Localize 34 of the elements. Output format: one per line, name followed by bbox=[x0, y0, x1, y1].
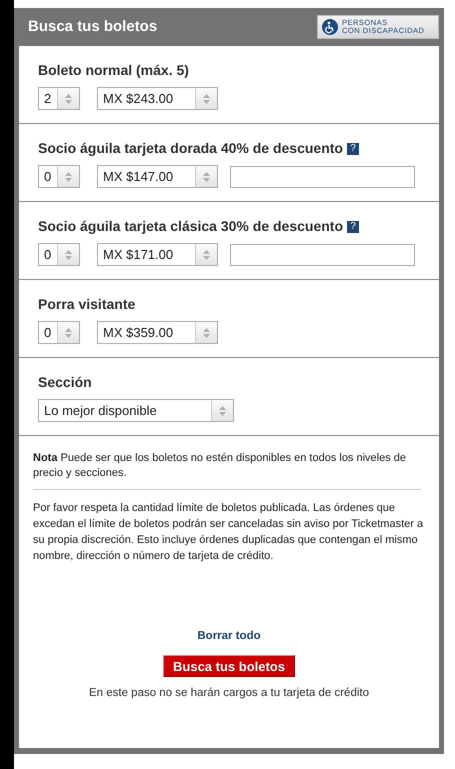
policy-text: Por favor respeta la cantidad límite de boletos publicada. Las órdenes que excedan el límite de boletos podrán ser canceladas sin aviso por Ticketmaster a su propia discreción. Esto incluye órdenes duplicadas que contengan el mismo nombre, dirección o número de tarjeta de crédito. bbox=[33, 501, 424, 564]
price-select[interactable]: MX $243.00 bbox=[97, 87, 218, 110]
stepper-icon bbox=[203, 250, 210, 260]
quantity-select[interactable]: 0 bbox=[38, 321, 80, 344]
price-select[interactable]: MX $147.00 bbox=[97, 165, 218, 188]
search-tickets-button[interactable]: Busca tus boletos bbox=[163, 655, 295, 678]
stepper-icon bbox=[203, 328, 210, 338]
wheelchair-icon bbox=[322, 19, 338, 35]
stepper-icon bbox=[203, 172, 210, 182]
field-label: Porra visitante bbox=[38, 295, 136, 314]
stepper-icon bbox=[219, 406, 226, 416]
panel-title: Busca tus boletos bbox=[28, 16, 158, 37]
quantity-select[interactable]: 0 bbox=[38, 243, 80, 266]
quantity-select[interactable]: 0 bbox=[38, 165, 80, 188]
input-field[interactable] bbox=[230, 166, 415, 188]
note-text: Nota Puede ser que los boletos no estén disponibles en todos los niveles de precio y secciones. bbox=[33, 451, 421, 490]
clear-all-link[interactable]: Borrar todo bbox=[197, 628, 261, 646]
stepper-icon bbox=[203, 94, 210, 104]
price-select[interactable]: MX $359.00 bbox=[97, 321, 218, 344]
help-button[interactable]: ? bbox=[346, 142, 359, 154]
field-label: Boleto normal (máx. 5) bbox=[38, 61, 189, 80]
stepper-icon bbox=[65, 250, 72, 260]
input-field[interactable] bbox=[230, 244, 415, 266]
field-label: Socio águila tarjeta dorada 40% de descuento bbox=[38, 139, 343, 158]
field-label: Sección bbox=[38, 373, 92, 392]
field-label: Socio águila tarjeta clásica 30% de descuento bbox=[38, 217, 344, 236]
stepper-icon bbox=[65, 94, 72, 104]
stepper-icon bbox=[65, 172, 72, 182]
stepper-icon bbox=[65, 328, 72, 338]
section-select[interactable]: Lo mejor disponible bbox=[38, 399, 234, 422]
charge-notice: En este paso no se harán cargos a tu tarjeta de crédito bbox=[88, 686, 369, 702]
price-select[interactable]: MX $171.00 bbox=[97, 243, 218, 266]
quantity-select[interactable]: 2 bbox=[38, 87, 80, 110]
help-button[interactable]: ? bbox=[347, 220, 360, 232]
